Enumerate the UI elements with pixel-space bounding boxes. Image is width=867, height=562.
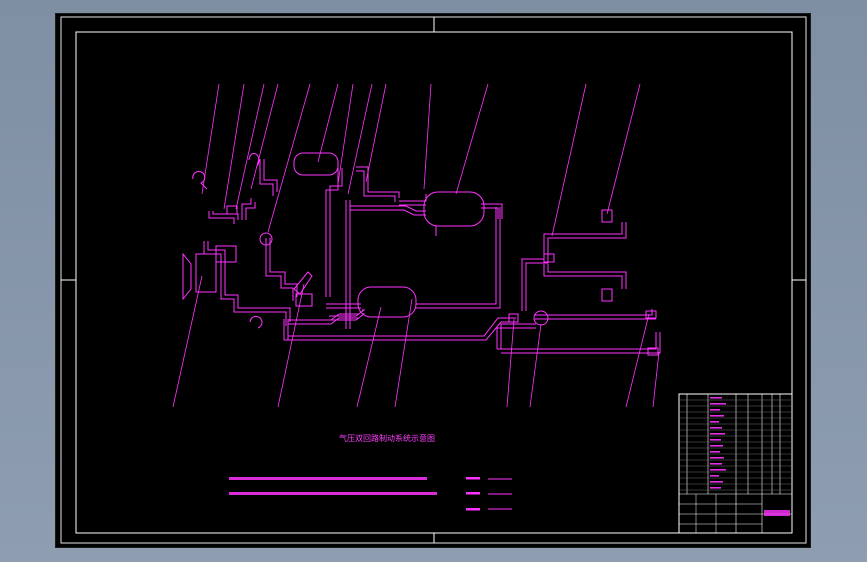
relay-valve <box>226 205 238 215</box>
drawing-title: 气压双回路制动系统示意图 <box>339 433 435 443</box>
cad-viewport[interactable]: 气压双回路制动系统示意图 <box>55 13 811 548</box>
drawing-canvas: 气压双回路制动系统示意图 <box>60 16 807 544</box>
rear-chamber-2 <box>601 288 613 302</box>
outer-frame <box>60 16 807 544</box>
leader-lines <box>172 83 660 408</box>
brake-chamber-3 <box>249 315 263 329</box>
centering-marks <box>61 17 806 543</box>
legend <box>466 477 480 511</box>
components <box>182 152 659 356</box>
air-tank-upper <box>423 191 485 227</box>
quick-release-valve <box>533 310 549 326</box>
circuit-notes <box>229 477 512 511</box>
air-compressor <box>293 271 313 295</box>
pipe-network <box>203 159 661 354</box>
brake-valve <box>195 253 217 293</box>
drawing-number-box <box>764 510 790 516</box>
rear-chamber-1 <box>601 209 613 223</box>
legend-lines <box>488 478 512 510</box>
title-block <box>678 393 793 534</box>
parts-list-rows <box>679 399 792 491</box>
air-tank-lower <box>357 286 417 318</box>
air-tank-small <box>293 152 339 176</box>
parts-list-text <box>710 397 726 489</box>
